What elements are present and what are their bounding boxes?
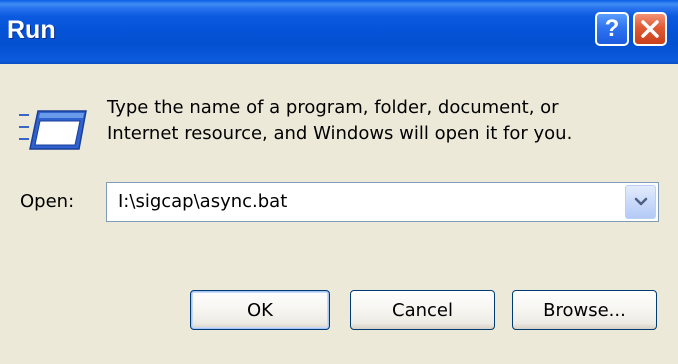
title-bar[interactable]: Run ? — [0, 0, 678, 64]
dropdown-button[interactable] — [625, 185, 656, 219]
cancel-button[interactable]: Cancel — [350, 290, 495, 330]
open-input[interactable]: I:\sigcap\async.bat — [118, 190, 287, 214]
close-button[interactable] — [633, 12, 667, 46]
open-label: Open: — [20, 191, 75, 212]
open-combobox[interactable]: I:\sigcap\async.bat — [106, 182, 659, 222]
ok-button[interactable]: OK — [190, 290, 330, 330]
run-dialog: Run ? Type the name of a program, folder… — [0, 0, 678, 364]
dialog-description: Type the name of a program, folder, docu… — [107, 95, 647, 147]
close-x-icon — [641, 20, 659, 38]
help-button[interactable]: ? — [595, 12, 629, 46]
browse-button[interactable]: Browse... — [512, 290, 657, 330]
description-line-1: Type the name of a program, folder, docu… — [107, 97, 559, 118]
chevron-down-icon — [634, 197, 647, 206]
window-title: Run — [7, 16, 56, 44]
question-mark-icon: ? — [604, 15, 620, 42]
description-line-2: Internet resource, and Windows will open… — [107, 123, 573, 144]
run-program-icon — [19, 110, 87, 150]
